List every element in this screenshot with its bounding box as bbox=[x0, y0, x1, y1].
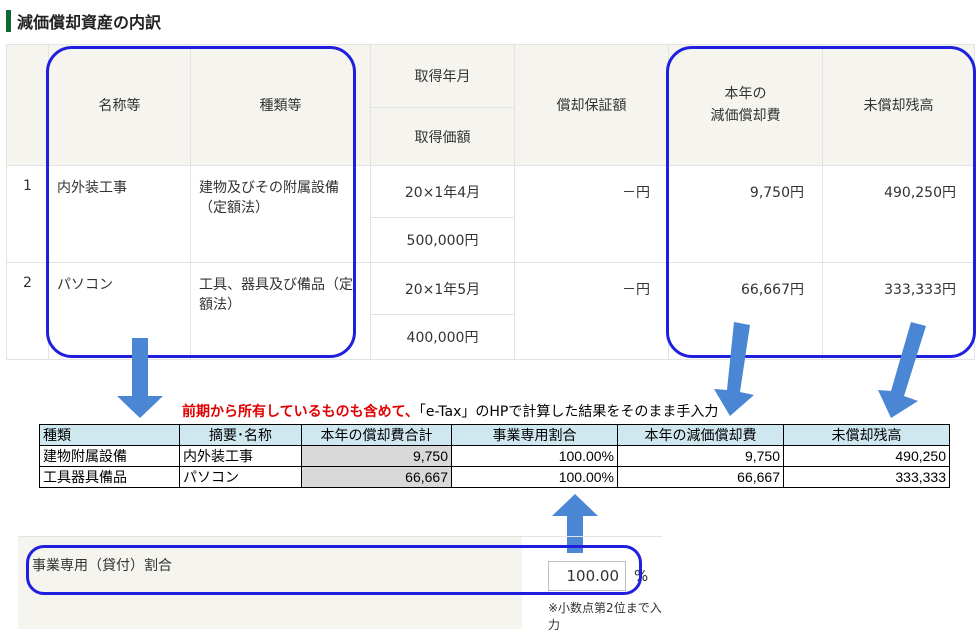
depreciation-amount: 9,750円 bbox=[668, 165, 823, 263]
instruction-note-red: 前期から所有しているものも含めて、 bbox=[182, 404, 419, 420]
acquired-date: 20×1年4月 bbox=[370, 165, 515, 218]
header-remaining: 未償却残高 bbox=[822, 44, 975, 166]
asset-name: パソコン bbox=[48, 262, 191, 360]
sheet-cell: 9,750 bbox=[301, 445, 452, 467]
sheet-cell: 66,667 bbox=[301, 466, 452, 488]
title-accent-bar bbox=[6, 10, 11, 32]
guarantee-amount: －円 bbox=[514, 165, 669, 263]
sheet-cell: 建物附属設備 bbox=[39, 445, 180, 467]
acquired-price: 400,000円 bbox=[370, 314, 515, 360]
etax-spreadsheet: 種類 摘要･名称 本年の償却費合計 事業専用割合 本年の減価償却費 未償却残高 … bbox=[39, 424, 950, 488]
sheet-cell: 100.00% bbox=[451, 466, 618, 488]
sheet-cell: 490,250 bbox=[783, 445, 950, 467]
sheet-header-total: 本年の償却費合計 bbox=[301, 424, 452, 446]
depreciation-amount: 66,667円 bbox=[668, 262, 823, 360]
asset-name: 内外装工事 bbox=[48, 165, 191, 263]
sheet-row: 工具器具備品 パソコン 66,667 100.00% 66,667 333,33… bbox=[39, 466, 950, 488]
header-guarantee: 償却保証額 bbox=[514, 44, 669, 166]
sheet-header-name: 摘要･名称 bbox=[179, 424, 302, 446]
sheet-cell: 100.00% bbox=[451, 445, 618, 467]
sheet-cell: 内外装工事 bbox=[179, 445, 302, 467]
header-acquired-price: 取得価額 bbox=[370, 107, 515, 166]
header-number bbox=[6, 44, 49, 166]
table-row: 1 内外装工事 建物及びその附属設備（定額法） 20×1年4月 －円 9,750… bbox=[6, 165, 975, 263]
asset-type: 建物及びその附属設備（定額法） bbox=[190, 165, 371, 263]
header-depreciation: 本年の 減価償却費 bbox=[668, 44, 823, 166]
header-type: 種類等 bbox=[190, 44, 371, 166]
section-title-text: 減価償却資産の内訳 bbox=[17, 13, 162, 32]
sheet-cell: 工具器具備品 bbox=[39, 466, 180, 488]
row-number: 2 bbox=[6, 262, 49, 360]
instruction-note-black: 「e-Tax」のHPで計算した結果をそのまま手入力 bbox=[418, 404, 719, 420]
sheet-row: 建物附属設備 内外装工事 9,750 100.00% 9,750 490,250 bbox=[39, 445, 950, 467]
remaining-amount: 490,250円 bbox=[822, 165, 975, 263]
business-ratio-hint: ※小数点第2位まで入力 bbox=[548, 601, 662, 632]
sheet-header-depreciation: 本年の減価償却費 bbox=[617, 424, 784, 446]
sheet-header-type: 種類 bbox=[39, 424, 180, 446]
header-acquired-date: 取得年月 bbox=[370, 44, 515, 108]
percent-unit: % bbox=[634, 567, 649, 585]
header-name: 名称等 bbox=[48, 44, 191, 166]
sheet-cell: パソコン bbox=[179, 466, 302, 488]
sheet-header-ratio: 事業専用割合 bbox=[451, 424, 618, 446]
asset-type: 工具、器具及び備品（定額法） bbox=[190, 262, 371, 360]
table-row: 2 パソコン 工具、器具及び備品（定額法） 20×1年5月 －円 66,667円… bbox=[6, 262, 975, 360]
sheet-cell: 333,333 bbox=[783, 466, 950, 488]
sheet-header-remaining: 未償却残高 bbox=[783, 424, 950, 446]
sheet-cell: 9,750 bbox=[617, 445, 784, 467]
depreciation-assets-table: 名称等 種類等 取得年月 償却保証額 本年の 減価償却費 未償却残高 取得価額 … bbox=[6, 44, 975, 360]
instruction-note: 前期から所有しているものも含めて、「e-Tax」のHPで計算した結果をそのまま手… bbox=[182, 401, 718, 421]
section-title: 減価償却資産の内訳 bbox=[6, 8, 161, 34]
sheet-cell: 66,667 bbox=[617, 466, 784, 488]
remaining-amount: 333,333円 bbox=[822, 262, 975, 360]
guarantee-amount: －円 bbox=[514, 262, 669, 360]
business-ratio-label-cell bbox=[18, 537, 522, 629]
business-ratio-input[interactable] bbox=[548, 561, 626, 591]
business-ratio-row: 事業専用（貸付）割合 % ※小数点第2位まで入力 bbox=[18, 536, 662, 632]
row-number: 1 bbox=[6, 165, 49, 263]
acquired-price: 500,000円 bbox=[370, 217, 515, 263]
acquired-date: 20×1年5月 bbox=[370, 262, 515, 315]
business-ratio-label: 事業専用（貸付）割合 bbox=[32, 558, 172, 574]
